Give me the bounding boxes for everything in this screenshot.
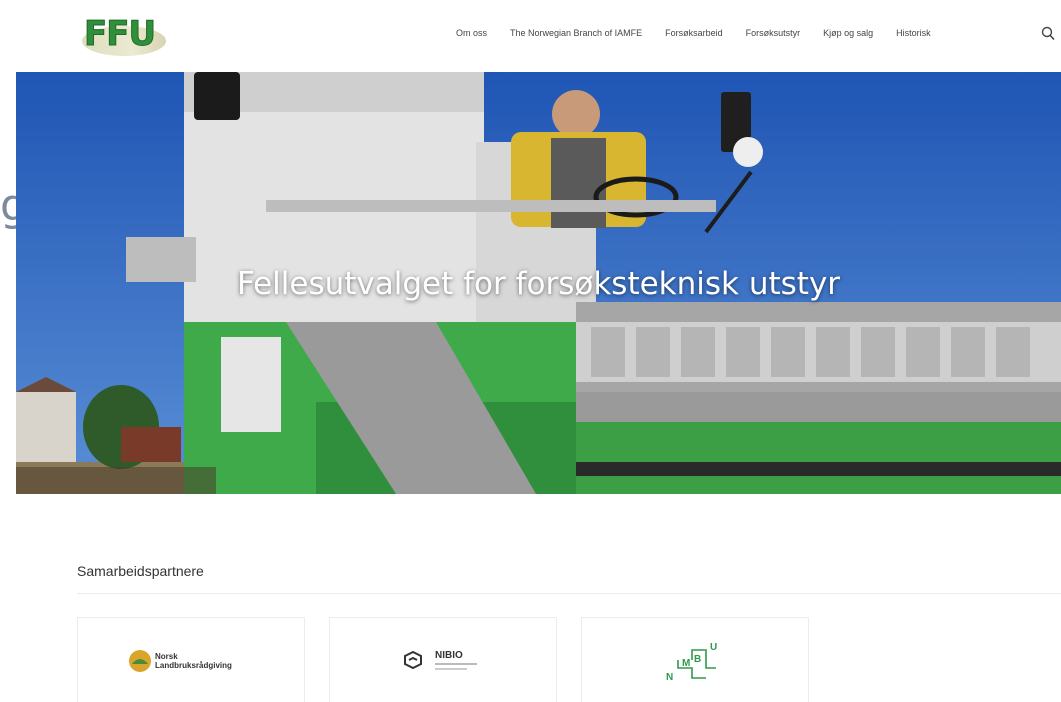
nibio-tagline-line: [435, 663, 477, 665]
main-nav: Om oss The Norwegian Branch of IAMFE For…: [456, 28, 954, 38]
partner-card-nibio[interactable]: NIBIO: [329, 617, 557, 702]
partner-nlr-line1: Norsk: [155, 652, 178, 661]
nibio-logo-icon: [404, 650, 422, 670]
partners-heading: Samarbeidspartnere: [77, 563, 204, 579]
nibio-tagline-line: [435, 668, 467, 670]
site-header: FFU Om oss The Norwegian Branch of IAMFE…: [0, 0, 1061, 72]
hero-title: Fellesutvalget for forsøksteknisk utstyr: [236, 266, 841, 302]
nav-item-forsoksarbeid[interactable]: Forsøksarbeid: [665, 28, 723, 38]
hero-banner: Fellesutvalget for forsøksteknisk utstyr: [16, 72, 1061, 494]
search-icon[interactable]: [1041, 26, 1055, 42]
logo-text: FFU: [83, 14, 156, 55]
nlr-logo-icon: [129, 650, 151, 672]
nav-item-om-oss[interactable]: Om oss: [456, 28, 487, 38]
partner-card-nmbu[interactable]: N M B U: [581, 617, 809, 702]
partner-card-nlr[interactable]: Norsk Landbruksrådgiving: [77, 617, 305, 702]
nav-item-kjop-og-salg[interactable]: Kjøp og salg: [823, 28, 873, 38]
nav-item-forsoksutstyr[interactable]: Forsøksutstyr: [746, 28, 801, 38]
nav-item-iamfe[interactable]: The Norwegian Branch of IAMFE: [510, 28, 642, 38]
nmbu-letter-u: U: [710, 642, 717, 653]
nmbu-letter-m: M: [682, 658, 690, 669]
nmbu-letter-b: B: [694, 654, 701, 665]
partner-nlr-name: Norsk Landbruksrådgiving: [155, 652, 232, 670]
partner-nlr-line2: Landbruksrådgiving: [155, 661, 232, 670]
nav-item-historisk[interactable]: Historisk: [896, 28, 931, 38]
nmbu-logo-icon: N M B U: [666, 642, 717, 683]
partner-nibio-name: NIBIO: [435, 650, 463, 661]
ffu-logo[interactable]: FFU: [78, 10, 170, 60]
partners-divider: [77, 593, 1061, 594]
nmbu-letter-n: N: [666, 672, 673, 683]
